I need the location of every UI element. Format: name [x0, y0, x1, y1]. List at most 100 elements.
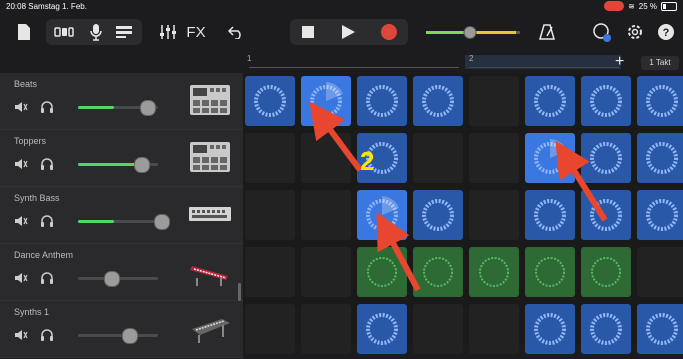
track-volume-slider[interactable] — [78, 328, 158, 344]
empty-cell[interactable] — [469, 76, 519, 126]
waveform-ring-icon — [254, 85, 286, 117]
loop-cell[interactable] — [525, 76, 575, 126]
waveform-ring-icon — [534, 139, 567, 174]
empty-cell[interactable] — [245, 247, 295, 297]
settings-gear-icon[interactable] — [624, 21, 646, 43]
loop-cell[interactable] — [637, 76, 683, 126]
synth-keyboard-icon — [192, 319, 230, 343]
ruler-marker-2: 2 — [469, 54, 474, 63]
loop-cell[interactable] — [357, 247, 407, 297]
loop-cell[interactable] — [469, 247, 519, 297]
track-header-toppers[interactable]: Toppers — [0, 130, 243, 187]
toolbar: FX ? — [0, 13, 683, 53]
loop-cell[interactable] — [413, 76, 463, 126]
track-header-synths-1[interactable]: Synths 1 — [0, 301, 243, 358]
empty-cell[interactable] — [413, 133, 463, 183]
empty-cell[interactable] — [245, 304, 295, 354]
my-songs-icon[interactable] — [14, 21, 34, 43]
mute-speaker-icon[interactable] — [14, 329, 28, 341]
loop-cell[interactable] — [581, 76, 631, 126]
loop-cell[interactable] — [357, 190, 407, 240]
loop-cell[interactable] — [525, 190, 575, 240]
empty-cell[interactable] — [301, 133, 351, 183]
solo-headphones-icon[interactable] — [40, 157, 54, 171]
loop-cell[interactable] — [357, 76, 407, 126]
play-button[interactable] — [336, 21, 360, 43]
drum-machine-icon — [190, 142, 230, 172]
waveform-ring-icon — [591, 257, 621, 287]
loop-browser-icon[interactable] — [590, 21, 614, 43]
annotation-step-number: 2 — [360, 146, 375, 176]
loop-cell[interactable] — [581, 247, 631, 297]
empty-cell[interactable] — [245, 190, 295, 240]
empty-cell[interactable] — [469, 190, 519, 240]
waveform-ring-icon — [535, 257, 565, 287]
mute-speaker-icon[interactable] — [14, 101, 28, 113]
solo-headphones-icon[interactable] — [40, 271, 54, 285]
undo-icon[interactable] — [226, 21, 246, 43]
track-header-dance-anthem[interactable]: Dance Anthem — [0, 244, 243, 301]
solo-headphones-icon[interactable] — [40, 328, 54, 342]
track-name: Dance Anthem — [14, 250, 74, 260]
waveform-ring-icon — [366, 85, 398, 117]
timeline-ruler[interactable]: 1 2 + 1 Takt — [243, 53, 683, 74]
battery-percent: 25 % — [638, 1, 657, 11]
track-header-synth-bass[interactable]: Synth Bass — [0, 187, 243, 244]
empty-cell[interactable] — [413, 304, 463, 354]
tracks-view-icon[interactable] — [112, 21, 136, 43]
track-volume-slider[interactable] — [78, 271, 158, 287]
empty-cell[interactable] — [637, 247, 683, 297]
master-volume-slider[interactable] — [424, 21, 524, 43]
empty-cell[interactable] — [469, 133, 519, 183]
solo-headphones-icon[interactable] — [40, 214, 54, 228]
browser-view-icon[interactable] — [52, 21, 76, 43]
record-button[interactable] — [377, 21, 401, 43]
keyboard-synth-icon — [190, 266, 228, 286]
waveform-ring-icon — [590, 142, 622, 174]
empty-cell[interactable] — [301, 190, 351, 240]
track-name: Synths 1 — [14, 307, 50, 317]
loop-cell[interactable] — [525, 133, 575, 183]
status-bar: 20:08 Samstag 1. Feb. ≋ 25 % — [0, 0, 683, 13]
bar-length-button[interactable]: 1 Takt — [641, 56, 679, 70]
loop-cell[interactable] — [637, 304, 683, 354]
wifi-icon: ≋ — [628, 1, 635, 11]
loop-cell[interactable] — [245, 76, 295, 126]
loop-cell[interactable] — [581, 133, 631, 183]
fx-button[interactable]: FX — [183, 21, 209, 43]
waveform-ring-icon — [479, 257, 509, 287]
waveform-ring-icon — [367, 257, 397, 287]
mute-speaker-icon[interactable] — [14, 272, 28, 284]
loop-cell[interactable] — [357, 304, 407, 354]
stop-button[interactable] — [296, 21, 320, 43]
empty-cell[interactable] — [301, 247, 351, 297]
help-icon[interactable]: ? — [655, 21, 677, 43]
track-volume-slider[interactable] — [78, 214, 170, 230]
loop-cell[interactable] — [301, 76, 351, 126]
empty-cell[interactable] — [469, 304, 519, 354]
add-section-button[interactable]: + — [615, 53, 624, 71]
loop-cell[interactable] — [413, 247, 463, 297]
loop-cell[interactable] — [413, 190, 463, 240]
status-time: 20:08 Samstag 1. Feb. — [6, 2, 87, 11]
mute-speaker-icon[interactable] — [14, 215, 28, 227]
track-list-scrollbar[interactable] — [238, 283, 241, 301]
track-volume-slider[interactable] — [78, 157, 158, 173]
loop-cell[interactable] — [637, 133, 683, 183]
solo-headphones-icon[interactable] — [40, 100, 54, 114]
empty-cell[interactable] — [301, 304, 351, 354]
track-volume-slider[interactable] — [78, 100, 158, 116]
metronome-icon[interactable] — [536, 21, 558, 43]
loop-cell[interactable] — [581, 304, 631, 354]
microphone-icon[interactable] — [86, 21, 106, 43]
track-header-beats[interactable]: Beats — [0, 73, 243, 130]
empty-cell[interactable] — [245, 133, 295, 183]
loop-cell[interactable] — [637, 190, 683, 240]
waveform-ring-icon — [366, 313, 398, 345]
mixer-icon[interactable] — [158, 21, 178, 43]
loop-cell[interactable] — [525, 304, 575, 354]
loop-cell[interactable] — [525, 247, 575, 297]
track-name: Toppers — [14, 136, 47, 146]
mute-speaker-icon[interactable] — [14, 158, 28, 170]
loop-cell[interactable] — [581, 190, 631, 240]
